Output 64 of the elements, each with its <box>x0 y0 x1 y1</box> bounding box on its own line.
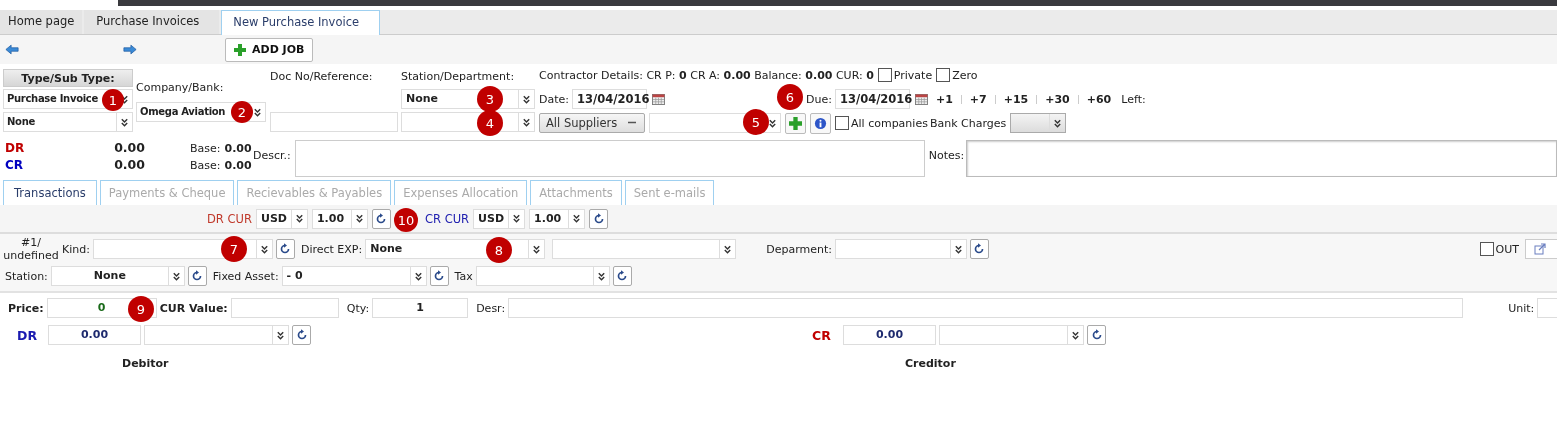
account-label: CR <box>812 327 832 343</box>
field-label: Tax <box>454 269 473 283</box>
account-caption: Debitor <box>122 357 169 370</box>
checkbox-label: Zero <box>952 68 978 82</box>
field-label: Qty: <box>346 301 370 315</box>
field-label: Left: <box>1121 92 1146 106</box>
base-label: Base: <box>190 142 221 155</box>
dropdown[interactable]: 1.00 <box>529 208 586 229</box>
field-label: Desr: <box>476 301 506 315</box>
supplier-filter-dropdown[interactable]: All Suppliers <box>539 113 645 133</box>
field-label: Station/Department: <box>401 70 516 84</box>
total-label: DR <box>5 141 26 155</box>
field-label: Station: <box>5 269 48 283</box>
checkbox-label: All companies <box>851 116 928 130</box>
field-label: Unit: <box>1508 301 1535 315</box>
tab[interactable]: New Purchase Invoice <box>221 10 381 35</box>
currency-label: CR CUR <box>424 211 470 226</box>
due-shortcut-link[interactable]: +30 <box>1040 92 1075 106</box>
dropdown[interactable]: USD <box>255 208 308 229</box>
checkbox-label: Private <box>893 68 933 82</box>
field-label: Company/Bank: <box>136 81 225 95</box>
field-label: Direct EXP: <box>300 242 363 256</box>
field-label: Fixed Asset: <box>212 269 279 283</box>
field-label: CUR Value: <box>159 301 228 315</box>
field-label: Date: <box>539 92 569 106</box>
line-number: #1/ undefined <box>3 236 59 262</box>
tab[interactable]: Purchase Invoices <box>84 10 220 34</box>
currency-label: DR CUR <box>207 211 252 226</box>
dropdown[interactable]: 1.00 <box>311 208 368 229</box>
contractor-details: Contractor Details: CR P: 0 CR A: 0.00 Balance: 0.00 CUR: 0 <box>539 68 874 82</box>
field-label: Deparment: <box>766 242 832 256</box>
amount-field[interactable]: 0.00 <box>843 325 936 345</box>
account-caption: Creditor <box>905 357 956 370</box>
input-field[interactable]: 13/04/2016 <box>834 89 910 109</box>
due-shortcut-link[interactable]: +60 <box>1081 92 1117 106</box>
quantity-field[interactable]: 1 <box>372 298 469 318</box>
field-label: Price: <box>8 301 44 315</box>
input-field[interactable]: 13/04/2016 <box>572 89 647 109</box>
total-amount: 0.00 <box>113 157 145 172</box>
column-header: Type/Sub Type: <box>3 69 133 87</box>
tab[interactable]: Home page <box>0 10 83 34</box>
field-label: Descr.: <box>253 149 291 164</box>
due-shortcut-link[interactable]: +15 <box>998 92 1034 106</box>
checkbox-label: OUT <box>1495 242 1519 256</box>
dropdown[interactable]: None <box>50 266 185 286</box>
field-label: Bank Charges <box>929 116 1007 130</box>
due-shortcut-link[interactable]: +7 <box>964 92 992 106</box>
total-amount: 0.00 <box>113 140 145 155</box>
base-amount: 0.00 <box>224 159 252 172</box>
field-label: Kind: <box>62 242 90 256</box>
dropdown[interactable]: None <box>3 112 133 132</box>
account-label: DR <box>17 327 38 343</box>
field-label: Doc No/Reference: <box>270 70 374 84</box>
field-label: Notes: <box>928 149 965 164</box>
base-amount: 0.00 <box>224 142 252 155</box>
add-job-button[interactable]: ADD JOB <box>225 37 314 62</box>
total-label: CR <box>5 158 25 172</box>
dropdown[interactable]: - 0 <box>281 266 427 286</box>
base-label: Base: <box>190 159 221 172</box>
dropdown[interactable]: USD <box>473 208 526 229</box>
amount-field[interactable]: 0.00 <box>48 325 141 345</box>
field-label: Due: <box>806 92 832 106</box>
due-shortcut-link[interactable]: +1 <box>930 92 958 106</box>
callout-tooltip: 9 <box>128 296 154 322</box>
